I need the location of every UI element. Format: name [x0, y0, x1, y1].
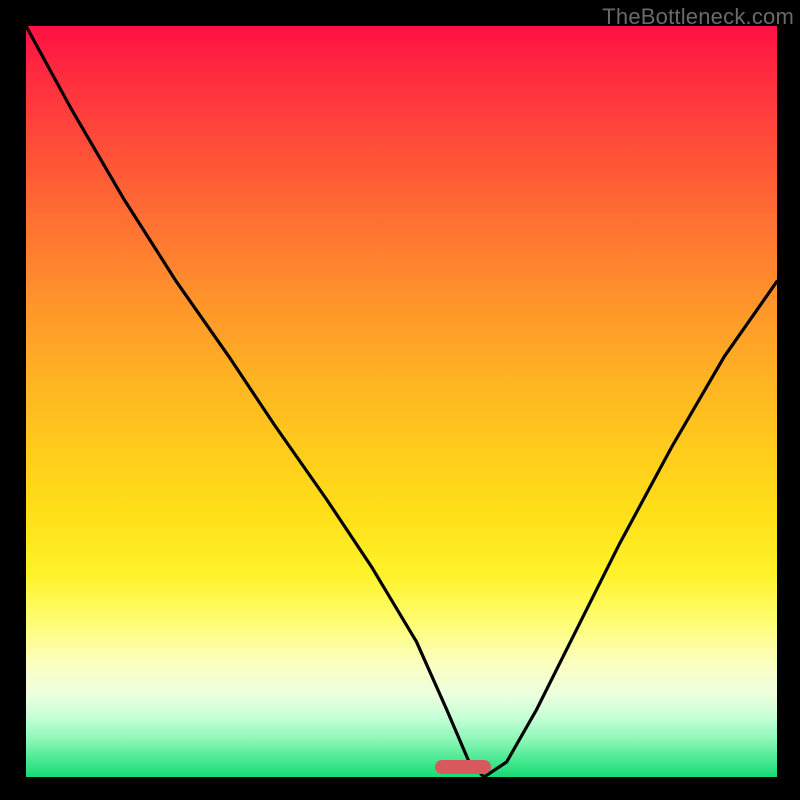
curve-path [26, 26, 777, 777]
bottleneck-curve [26, 26, 777, 777]
chart-frame: TheBottleneck.com [0, 0, 800, 800]
optimal-range-marker [435, 760, 491, 774]
watermark-text: TheBottleneck.com [602, 4, 794, 30]
